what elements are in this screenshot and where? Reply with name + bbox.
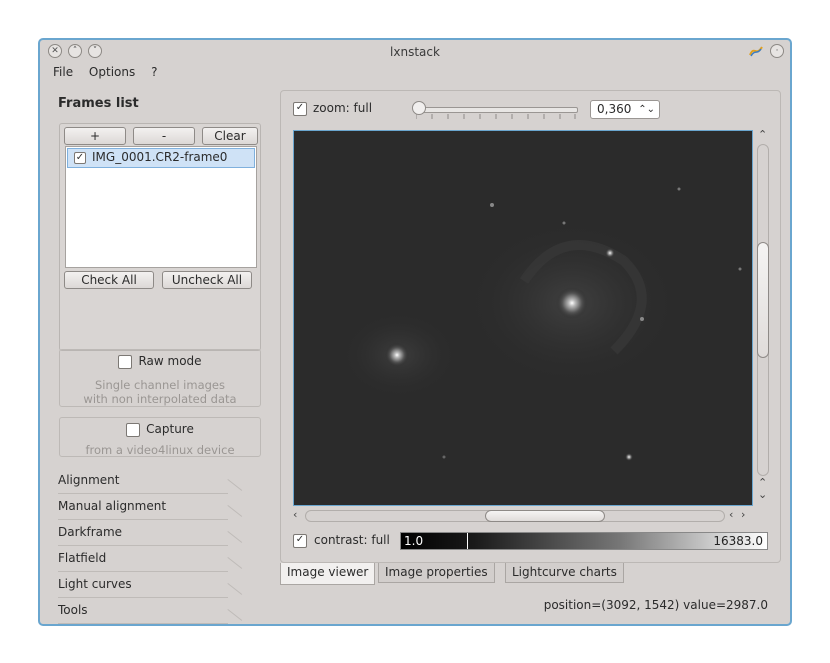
zoom-slider-ticks — [416, 114, 576, 119]
zoom-slider-handle[interactable] — [412, 101, 426, 115]
menu-bar: File Options ? — [53, 65, 169, 83]
image-viewer[interactable] — [293, 130, 753, 506]
app-logo-icon — [748, 43, 764, 59]
frames-list-box: + - Clear ✓ IMG_0001.CR2-frame0 Check Al… — [59, 123, 261, 351]
toolbox-flatfield[interactable]: Flatfield — [58, 551, 272, 577]
title-bar: ✕ ˄ ˅ lxnstack · — [40, 40, 790, 64]
raw-mode-checkbox[interactable] — [118, 354, 133, 369]
zoom-value: 0,360 — [597, 102, 632, 116]
frames-list[interactable]: ✓ IMG_0001.CR2-frame0 — [65, 146, 257, 268]
zoom-slider-track — [416, 107, 578, 113]
toolbox-label: Alignment — [58, 473, 120, 487]
frame-label: IMG_0001.CR2-frame0 — [92, 150, 228, 164]
horizontal-scrollbar[interactable]: ‹ ‹ › — [293, 508, 755, 524]
zoom-label: zoom: full — [313, 101, 373, 115]
tab-lightcurve-charts[interactable]: Lightcurve charts — [505, 563, 624, 583]
window-menu-icon[interactable]: · — [770, 44, 784, 58]
toolbox-label: Manual alignment — [58, 499, 167, 513]
contrast-label: contrast: full — [314, 533, 390, 547]
scroll-down-icon[interactable]: ⌄ — [758, 488, 767, 501]
capture-group: Capture from a video4linux device — [59, 417, 261, 457]
horizontal-scroll-handle[interactable] — [485, 510, 605, 522]
raw-mode-header: Raw mode — [60, 354, 260, 369]
toolbox-label: Flatfield — [58, 551, 107, 565]
frame-checkbox[interactable]: ✓ — [74, 152, 86, 164]
add-frame-button[interactable]: + — [64, 127, 126, 145]
check-all-button[interactable]: Check All — [64, 271, 154, 289]
window-title: lxnstack — [390, 45, 440, 59]
scroll-left-icon-2[interactable]: ‹ — [729, 508, 733, 521]
clear-frames-button[interactable]: Clear — [202, 127, 258, 145]
zoom-slider[interactable] — [412, 101, 578, 119]
capture-header: Capture — [60, 422, 260, 437]
toolbox-alignment[interactable]: Alignment — [58, 473, 272, 499]
menu-options[interactable]: Options — [89, 65, 135, 79]
remove-frame-button[interactable]: - — [133, 127, 195, 145]
capture-label: Capture — [146, 422, 194, 436]
raw-mode-label: Raw mode — [138, 354, 202, 368]
contrast-min-value: 1.0 — [404, 534, 424, 548]
toolbox-light-curves[interactable]: Light curves — [58, 577, 272, 603]
vertical-scroll-handle[interactable] — [757, 242, 769, 358]
contrast-checkbox[interactable]: ✓ — [293, 534, 307, 548]
scroll-left-icon[interactable]: ‹ — [293, 508, 297, 521]
contrast-marker[interactable] — [467, 533, 468, 549]
main-window: ✕ ˄ ˅ lxnstack · File Options ? Frames l… — [38, 38, 792, 626]
toolbox-tools[interactable]: Tools — [58, 603, 272, 629]
spin-arrows-icon[interactable]: ⌃⌄ — [638, 101, 655, 118]
zoom-spinbox[interactable]: 0,360 ⌃⌄ — [590, 100, 660, 119]
capture-checkbox[interactable] — [126, 422, 141, 437]
toolbox-darkframe[interactable]: Darkframe — [58, 525, 272, 551]
menu-help[interactable]: ? — [151, 65, 157, 79]
menu-file[interactable]: File — [53, 65, 73, 79]
raw-mode-group: Raw mode Single channel images with non … — [59, 349, 261, 407]
capture-desc: from a video4linux device — [85, 443, 235, 457]
raw-mode-desc-2: with non interpolated data — [83, 392, 237, 406]
astro-image — [294, 131, 752, 505]
toolbox-label: Light curves — [58, 577, 132, 591]
toolbox-label: Darkframe — [58, 525, 123, 539]
tab-image-properties[interactable]: Image properties — [378, 563, 495, 583]
status-bar: position=(3092, 1542) value=2987.0 — [543, 598, 768, 612]
vertical-scrollbar[interactable]: ⌃ ⌃ ⌄ — [756, 128, 770, 504]
scroll-up-icon[interactable]: ⌃ — [758, 128, 767, 141]
frames-list-title: Frames list — [58, 96, 139, 111]
toolbox-manual-alignment[interactable]: Manual alignment — [58, 499, 272, 525]
contrast-gradient-bar[interactable]: 1.0 16383.0 — [400, 532, 768, 550]
raw-mode-desc-1: Single channel images — [95, 378, 225, 392]
uncheck-all-button[interactable]: Uncheck All — [162, 271, 252, 289]
toolbox-label: Tools — [58, 603, 88, 617]
contrast-max-value: 16383.0 — [713, 534, 763, 548]
zoom-checkbox[interactable]: ✓ — [293, 102, 307, 116]
tab-image-viewer[interactable]: Image viewer — [280, 563, 376, 585]
scroll-right-icon[interactable]: › — [741, 508, 745, 521]
list-item[interactable]: ✓ IMG_0001.CR2-frame0 — [67, 148, 255, 168]
